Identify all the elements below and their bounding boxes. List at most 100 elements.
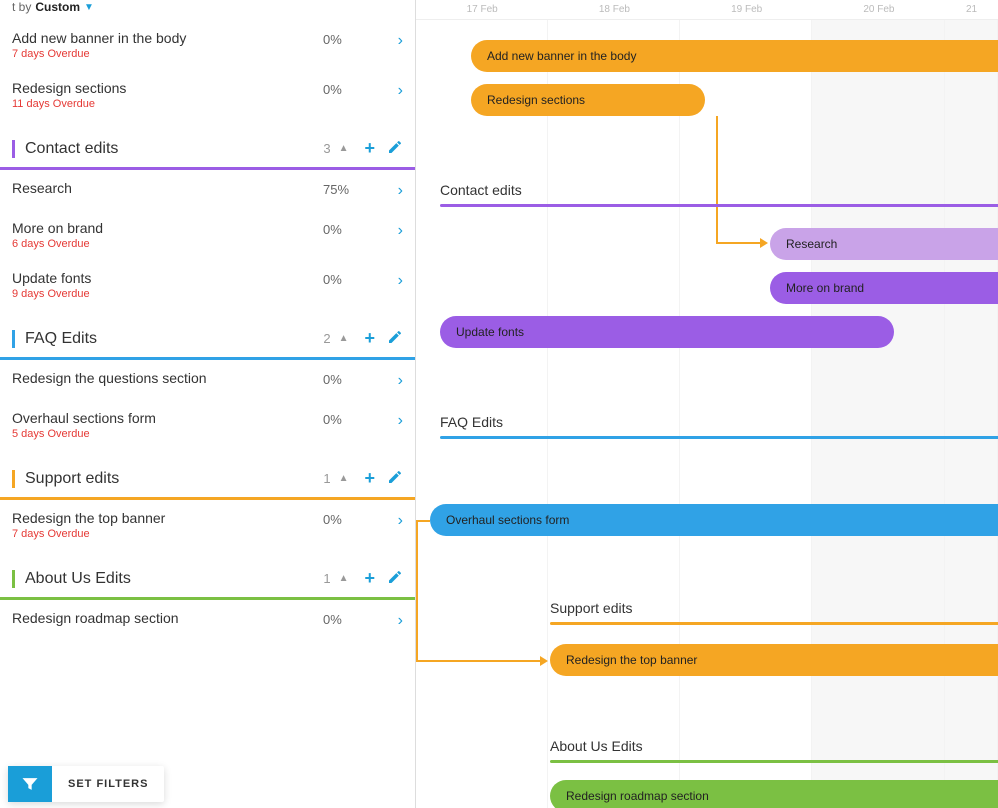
group-count: 3 xyxy=(323,141,330,156)
task-name: Update fonts xyxy=(12,270,323,286)
sort-value: Custom xyxy=(35,0,80,14)
gantt-group-label: Support edits xyxy=(550,600,633,616)
gantt-bar[interactable]: Redesign roadmap section xyxy=(550,780,998,808)
task-percent: 0% xyxy=(323,30,383,47)
task-name: More on brand xyxy=(12,220,323,236)
task-percent: 0% xyxy=(323,510,383,527)
task-row[interactable]: Redesign the questions section 0% › xyxy=(0,360,415,400)
task-overdue: 11 days Overdue xyxy=(12,98,323,110)
task-row[interactable]: Overhaul sections form 5 days Overdue 0%… xyxy=(0,400,415,450)
sort-bar[interactable]: t by Custom ▼ xyxy=(0,0,415,20)
timeline-header: 17 Feb 18 Feb 19 Feb 20 Feb 21 xyxy=(416,0,998,20)
pencil-icon xyxy=(387,139,403,155)
date-cell: 21 xyxy=(945,4,998,15)
chevron-right-icon[interactable]: › xyxy=(383,180,403,200)
task-percent: 0% xyxy=(323,370,383,387)
task-name: Redesign roadmap section xyxy=(12,610,323,626)
gantt-group-underline xyxy=(550,760,998,763)
gantt-bar[interactable]: Update fonts xyxy=(440,316,894,348)
gantt-bar-label: More on brand xyxy=(786,281,864,295)
chevron-right-icon[interactable]: › xyxy=(383,220,403,240)
gantt-panel: 17 Feb 18 Feb 19 Feb 20 Feb 21 Contact e… xyxy=(416,0,998,808)
task-name: Overhaul sections form xyxy=(12,410,323,426)
chevron-up-icon[interactable]: ▲ xyxy=(339,573,349,584)
gantt-bar[interactable]: Research xyxy=(770,228,998,260)
add-task-button[interactable]: + xyxy=(364,568,375,589)
gantt-bar[interactable]: Add new banner in the body xyxy=(471,40,998,72)
filter-icon xyxy=(8,766,52,802)
gantt-body[interactable]: Contact edits FAQ Edits Support edits Ab… xyxy=(416,20,998,808)
group-title: FAQ Edits xyxy=(25,330,323,348)
group-header[interactable]: Contact edits 3 ▲ + xyxy=(0,130,415,170)
task-group-contact: Contact edits 3 ▲ + Research 75% › More … xyxy=(0,130,415,310)
task-overdue: 5 days Overdue xyxy=(12,428,323,440)
gantt-group-label: About Us Edits xyxy=(550,738,643,754)
group-accent xyxy=(12,570,15,588)
dependency-connector xyxy=(716,242,762,244)
edit-group-button[interactable] xyxy=(387,469,403,488)
chevron-right-icon[interactable]: › xyxy=(383,510,403,530)
task-list-panel: t by Custom ▼ Add new banner in the body… xyxy=(0,0,416,808)
task-overdue: 9 days Overdue xyxy=(12,288,323,300)
gantt-bar-label: Redesign roadmap section xyxy=(566,789,709,803)
group-accent xyxy=(12,140,15,158)
group-accent xyxy=(12,330,15,348)
group-header[interactable]: About Us Edits 1 ▲ + xyxy=(0,560,415,600)
gantt-bar-label: Update fonts xyxy=(456,325,524,339)
edit-group-button[interactable] xyxy=(387,569,403,588)
group-count: 2 xyxy=(323,331,330,346)
gantt-bar[interactable]: Redesign the top banner xyxy=(550,644,998,676)
gantt-bar[interactable]: Overhaul sections form xyxy=(430,504,998,536)
pencil-icon xyxy=(387,569,403,585)
add-task-button[interactable]: + xyxy=(364,138,375,159)
gantt-bar[interactable]: More on brand xyxy=(770,272,998,304)
day-grid xyxy=(416,20,998,808)
task-group-about: About Us Edits 1 ▲ + Redesign roadmap se… xyxy=(0,560,415,640)
group-count: 1 xyxy=(323,471,330,486)
task-row[interactable]: Redesign roadmap section 0% › xyxy=(0,600,415,640)
chevron-right-icon[interactable]: › xyxy=(383,270,403,290)
chevron-right-icon[interactable]: › xyxy=(383,30,403,50)
task-group-faq: FAQ Edits 2 ▲ + Redesign the questions s… xyxy=(0,320,415,450)
task-row[interactable]: Add new banner in the body 7 days Overdu… xyxy=(0,20,415,70)
dependency-connector xyxy=(716,116,718,244)
add-task-button[interactable]: + xyxy=(364,468,375,489)
gantt-group-underline xyxy=(440,204,998,207)
task-overdue: 6 days Overdue xyxy=(12,238,323,250)
task-row[interactable]: More on brand 6 days Overdue 0% › xyxy=(0,210,415,260)
set-filters-button[interactable]: SET FILTERS xyxy=(8,766,164,802)
dependency-connector xyxy=(416,520,430,522)
task-group-support: Support edits 1 ▲ + Redesign the top ban… xyxy=(0,460,415,550)
task-percent: 0% xyxy=(323,410,383,427)
task-percent: 0% xyxy=(323,220,383,237)
add-task-button[interactable]: + xyxy=(364,328,375,349)
group-header[interactable]: Support edits 1 ▲ + xyxy=(0,460,415,500)
chevron-right-icon[interactable]: › xyxy=(383,610,403,630)
chevron-right-icon[interactable]: › xyxy=(383,410,403,430)
chevron-right-icon[interactable]: › xyxy=(383,80,403,100)
edit-group-button[interactable] xyxy=(387,329,403,348)
task-row[interactable]: Redesign the top banner 7 days Overdue 0… xyxy=(0,500,415,550)
date-cell: 17 Feb xyxy=(416,4,548,15)
chevron-up-icon[interactable]: ▲ xyxy=(339,333,349,344)
task-row[interactable]: Update fonts 9 days Overdue 0% › xyxy=(0,260,415,310)
task-percent: 0% xyxy=(323,270,383,287)
chevron-up-icon[interactable]: ▲ xyxy=(339,143,349,154)
gantt-bar[interactable]: Redesign sections xyxy=(471,84,705,116)
chevron-up-icon[interactable]: ▲ xyxy=(339,473,349,484)
pencil-icon xyxy=(387,469,403,485)
edit-group-button[interactable] xyxy=(387,139,403,158)
dependency-connector xyxy=(416,520,418,660)
chevron-right-icon[interactable]: › xyxy=(383,370,403,390)
task-percent: 0% xyxy=(323,80,383,97)
task-name: Add new banner in the body xyxy=(12,30,323,46)
task-row[interactable]: Research 75% › xyxy=(0,170,415,210)
gantt-bar-label: Research xyxy=(786,237,837,251)
pencil-icon xyxy=(387,329,403,345)
gantt-group-label: Contact edits xyxy=(440,182,522,198)
task-row[interactable]: Redesign sections 11 days Overdue 0% › xyxy=(0,70,415,120)
gantt-bar-label: Add new banner in the body xyxy=(487,49,636,63)
gantt-group-underline xyxy=(550,622,998,625)
group-header[interactable]: FAQ Edits 2 ▲ + xyxy=(0,320,415,360)
filter-label: SET FILTERS xyxy=(52,778,164,790)
